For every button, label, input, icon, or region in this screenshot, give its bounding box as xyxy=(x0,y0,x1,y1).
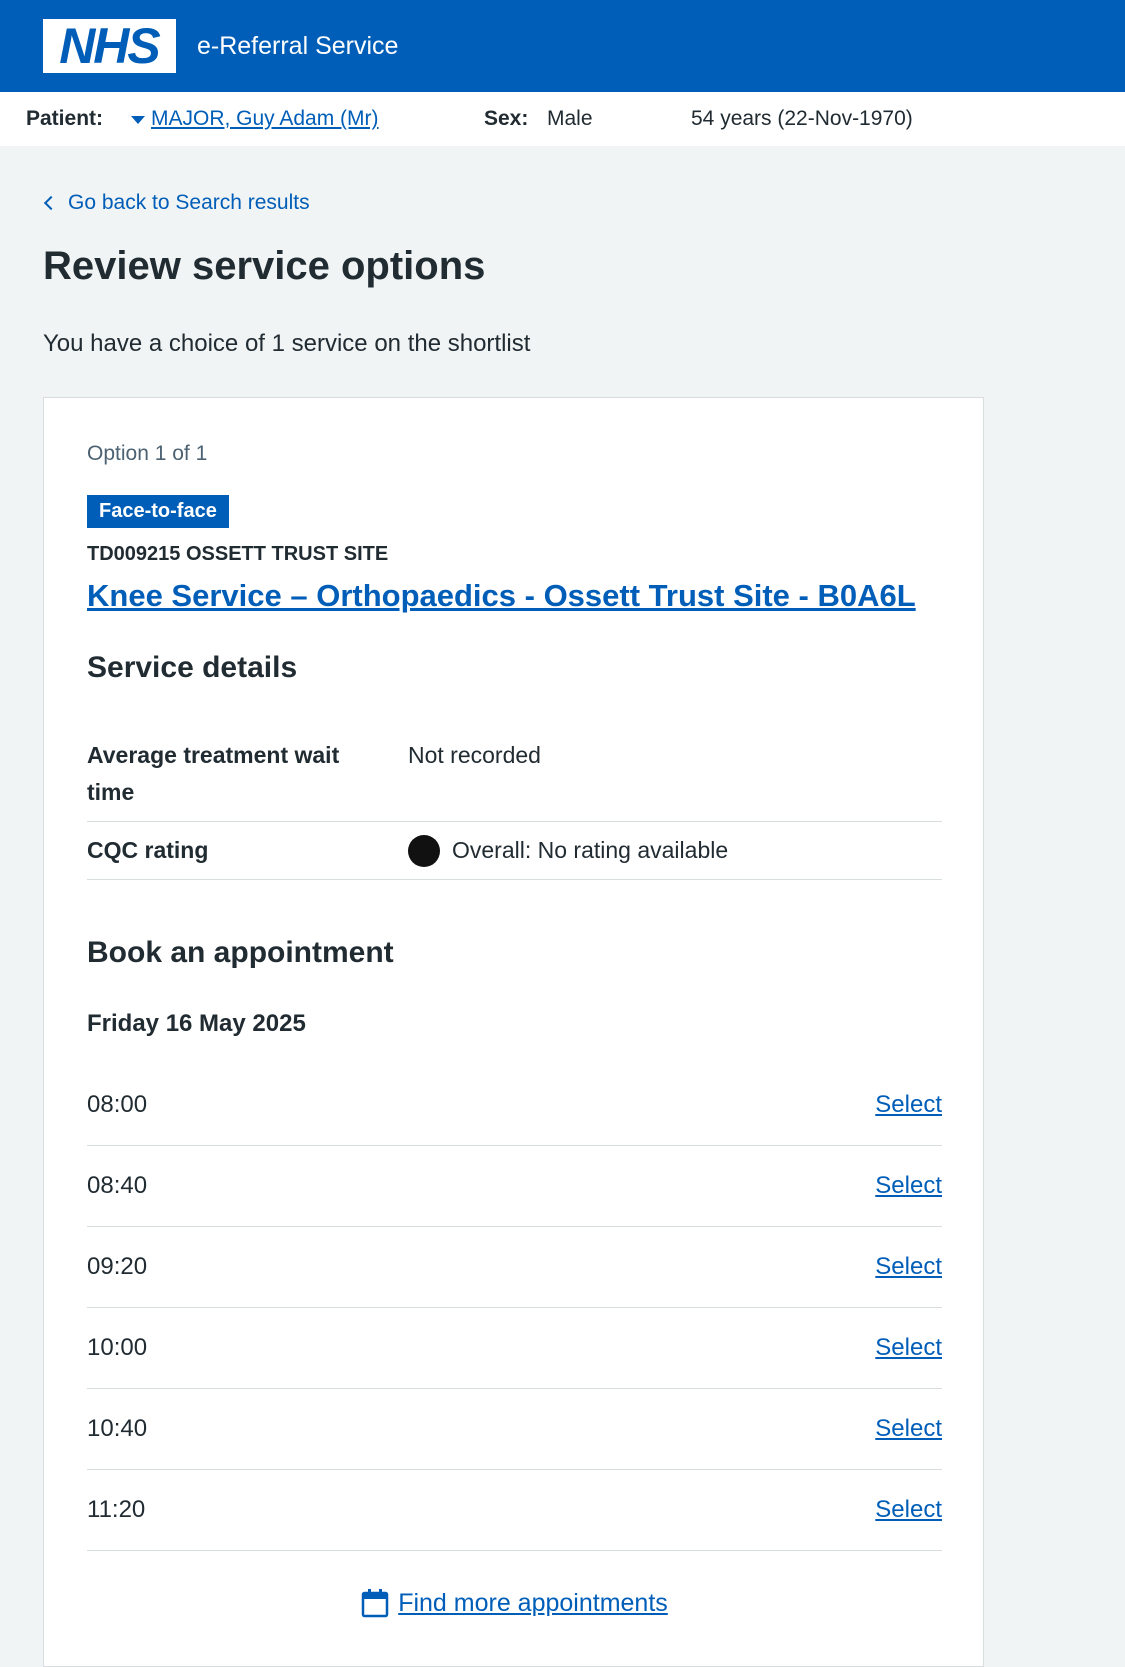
select-slot-link[interactable]: Select xyxy=(875,1172,942,1200)
age-dob: 54 years (22-Nov-1970) xyxy=(691,107,913,130)
chevron-left-icon xyxy=(43,195,59,211)
book-appointment-heading: Book an appointment xyxy=(87,936,394,969)
calendar-icon xyxy=(361,1589,389,1618)
slot-time: 11:20 xyxy=(87,1496,146,1523)
slot-row: 08:40 Select xyxy=(87,1146,942,1227)
find-more-appointments-link[interactable]: Find more appointments xyxy=(87,1588,942,1618)
service-name-link[interactable]: Knee Service – Orthopaedics - Ossett Tru… xyxy=(87,578,942,614)
select-slot-link[interactable]: Select xyxy=(875,1334,942,1362)
slot-time: 10:40 xyxy=(87,1415,148,1442)
site-header: NHS e-Referral Service xyxy=(0,0,1125,92)
detail-key: CQC rating xyxy=(87,837,209,863)
back-link[interactable]: Go back to Search results xyxy=(43,191,310,215)
slot-row: 09:20 Select xyxy=(87,1227,942,1308)
detail-row-cqc-rating: CQC rating Overall: No rating available xyxy=(87,822,942,880)
slot-time: 10:00 xyxy=(87,1334,148,1361)
service-details-list: Average treatment wait time Not recorded… xyxy=(87,720,942,880)
patient-name-link[interactable]: MAJOR, Guy Adam (Mr) xyxy=(151,107,379,131)
select-slot-link[interactable]: Select xyxy=(875,1415,942,1443)
back-link-label: Go back to Search results xyxy=(68,191,310,214)
shortlist-summary: You have a choice of 1 service on the sh… xyxy=(43,330,531,357)
detail-value-cqc: Overall: No rating available xyxy=(408,832,728,869)
option-count: Option 1 of 1 xyxy=(87,442,208,465)
sex-value: Male xyxy=(547,107,593,130)
appointment-date: Friday 16 May 2025 xyxy=(87,1010,306,1037)
slot-time: 08:00 xyxy=(87,1091,148,1118)
service-details-heading: Service details xyxy=(87,651,298,684)
slot-time: 08:40 xyxy=(87,1172,148,1199)
select-slot-link[interactable]: Select xyxy=(875,1253,942,1281)
organisation-code: TD009215 OSSETT TRUST SITE xyxy=(87,543,389,565)
patient-banner: Patient: MAJOR, Guy Adam (Mr) Sex: Male … xyxy=(0,92,1125,146)
page-title: Review service options xyxy=(43,244,486,288)
rating-dot-icon xyxy=(408,834,440,867)
service-name[interactable]: e-Referral Service xyxy=(197,32,398,61)
slot-row: 08:00 Select xyxy=(87,1065,942,1146)
patient-label: Patient: xyxy=(26,107,104,130)
find-more-label: Find more appointments xyxy=(398,1588,668,1617)
select-slot-link[interactable]: Select xyxy=(875,1091,942,1119)
slot-row: 11:20 Select xyxy=(87,1470,942,1551)
svg-text:NHS: NHS xyxy=(59,23,160,69)
detail-value: Not recorded xyxy=(408,742,541,768)
patient-name-toggle[interactable]: MAJOR, Guy Adam (Mr) xyxy=(131,92,379,146)
detail-row-wait-time: Average treatment wait time Not recorded xyxy=(87,720,942,822)
detail-key: Average treatment wait time xyxy=(87,742,340,805)
slot-row: 10:40 Select xyxy=(87,1389,942,1470)
slot-time: 09:20 xyxy=(87,1253,148,1280)
appointment-slots: 08:00 Select 08:40 Select 09:20 Select 1… xyxy=(87,1065,942,1551)
service-option-card: Option 1 of 1 Face-to-face TD009215 OSSE… xyxy=(43,397,984,1667)
cqc-rating-text: Overall: No rating available xyxy=(452,837,729,863)
nhs-logo[interactable]: NHS xyxy=(43,19,176,73)
slot-row: 10:00 Select xyxy=(87,1308,942,1389)
nhs-logo-mark: NHS xyxy=(59,23,162,69)
appointment-type-tag: Face-to-face xyxy=(87,495,229,528)
select-slot-link[interactable]: Select xyxy=(875,1496,942,1524)
caret-down-icon xyxy=(131,116,145,124)
sex-label: Sex: xyxy=(484,107,529,130)
